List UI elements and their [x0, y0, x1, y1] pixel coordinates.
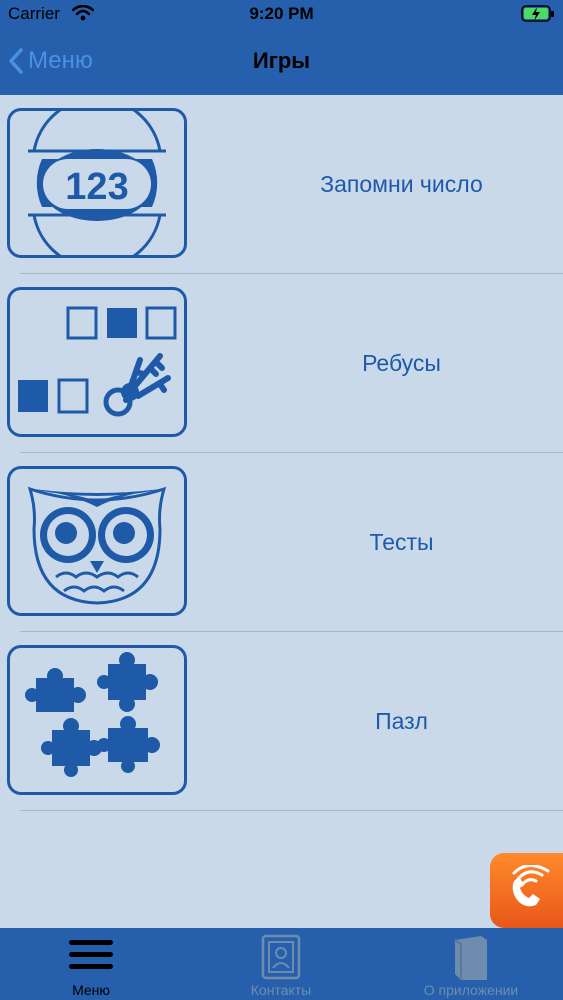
- tab-about[interactable]: О приложении: [396, 928, 546, 1000]
- game-item-tests[interactable]: Тесты: [0, 453, 563, 631]
- phone-call-icon: [512, 865, 550, 907]
- call-button[interactable]: [490, 853, 563, 928]
- contacts-icon: [261, 934, 301, 980]
- game-label: Запомни число: [320, 170, 483, 197]
- number-123-icon: 123: [7, 108, 187, 258]
- game-label: Пазл: [375, 707, 428, 734]
- page-title: Игры: [252, 48, 311, 73]
- status-bar: Carrier 9:20 PM: [0, 0, 563, 28]
- navigation-bar: Меню Игры: [0, 28, 563, 95]
- row-divider: [20, 810, 563, 811]
- game-item-remember-number[interactable]: 123 Запомни число: [0, 95, 563, 273]
- game-label: Ребусы: [362, 349, 441, 376]
- top-bar: Carrier 9:20 PM Меню Игры: [0, 0, 563, 95]
- owl-icon: [7, 466, 187, 616]
- book-icon: [454, 936, 487, 980]
- puzzle-icon: [7, 645, 187, 795]
- tab-bar: Меню Контакты О приложении: [0, 928, 563, 1000]
- tab-label: О приложении: [423, 982, 519, 998]
- tab-contacts[interactable]: Контакты: [206, 928, 356, 1000]
- clock: 9:20 PM: [249, 4, 314, 23]
- hamburger-menu-icon: [69, 940, 113, 969]
- tab-menu[interactable]: Меню: [16, 928, 166, 1000]
- tab-label: Меню: [72, 982, 110, 998]
- game-item-puzzle[interactable]: Пазл: [0, 632, 563, 810]
- battery-charging-icon: [521, 5, 554, 22]
- tab-label: Контакты: [250, 982, 312, 998]
- number-icon-text: 123: [65, 166, 128, 208]
- game-item-rebus[interactable]: Ребусы: [0, 274, 563, 452]
- game-label: Тесты: [369, 528, 434, 555]
- rebus-keys-icon: [7, 287, 187, 437]
